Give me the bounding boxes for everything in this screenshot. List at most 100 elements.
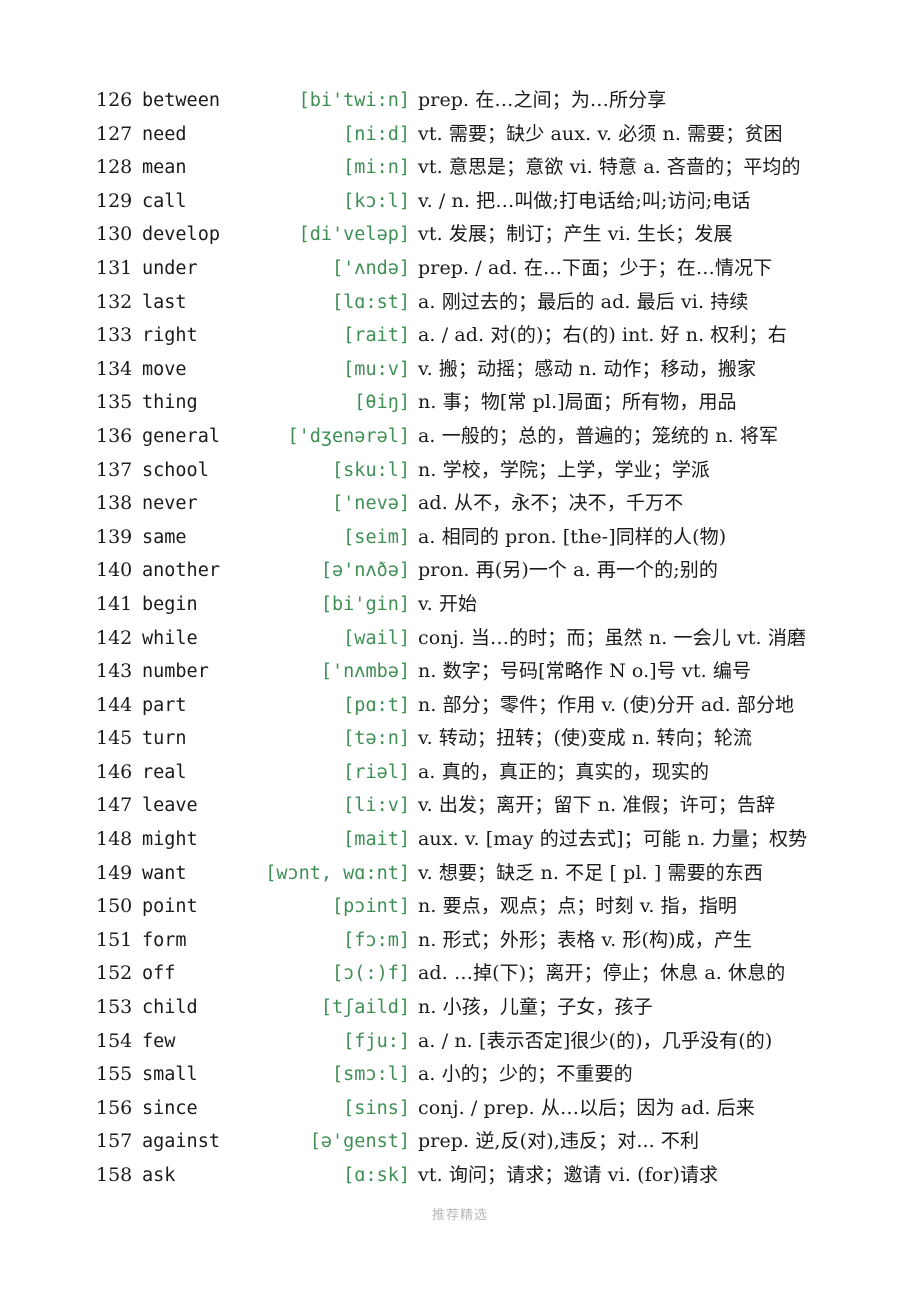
- definition: aux. v. [may 的过去式]；可能 n. 力量；权势: [418, 828, 808, 851]
- entry-index: 152: [96, 962, 133, 985]
- entry-index: 130: [96, 223, 133, 246]
- vocabulary-entry: 143 number ['nʌmbə] n. 数字；号码[常略作 N o.]号 vt.…: [96, 655, 880, 689]
- entry-index: 136: [96, 424, 133, 447]
- definition: ad. 从不，永不；决不，千万不: [418, 492, 684, 515]
- vocabulary-entry: 128 mean [mi:n] vt. 意思是；意欲 vi. 特意 a. 吝啬的；平均…: [96, 151, 880, 185]
- phonetic-transcription: [wail]: [343, 627, 410, 649]
- phonetic-transcription: [ni:d]: [343, 123, 410, 145]
- entry-index: 157: [96, 1130, 133, 1153]
- definition: a. 一般的；总的，普遍的；笼统的 n. 将军: [418, 424, 779, 447]
- headword: between: [142, 90, 220, 111]
- definition: conj. / prep. 从…以后；因为 ad. 后来: [418, 1096, 755, 1119]
- vocabulary-entry: 126 between [bi'twi:n] prep. 在…之间；为…所分享: [96, 84, 880, 118]
- definition: a. 刚过去的；最后的 ad. 最后 vi. 持续: [418, 290, 749, 313]
- vocabulary-entry: 141 begin [bi'gin] v. 开始: [96, 588, 880, 622]
- phonetic-transcription: [bi'gin]: [320, 593, 410, 615]
- headword: school: [142, 459, 209, 481]
- vocabulary-entry: 148 might [mait] aux. v. [may 的过去式]；可能 n. 力…: [96, 823, 880, 857]
- entry-index: 133: [96, 324, 133, 347]
- headword: want: [142, 862, 187, 884]
- definition: n. 形式；外形；表格 v. 形(构)成，产生: [418, 928, 753, 951]
- definition: vt. 询问；请求；邀请 vi. (for)请求: [418, 1164, 719, 1186]
- definition: v. / n. 把…叫做;打电话给;叫;访问;电话: [418, 189, 751, 212]
- headword: number: [142, 661, 209, 683]
- headword: against: [142, 1131, 220, 1153]
- phonetic-transcription: [li:v]: [343, 795, 410, 817]
- phonetic-transcription: [ɑ:sk]: [343, 1165, 410, 1186]
- phonetic-transcription: ['nʌmbə]: [320, 661, 410, 683]
- vocabulary-entry: 142 while [wail] conj. 当…的时；而；虽然 n. 一会儿 vt.…: [96, 622, 880, 656]
- entry-index: 127: [96, 122, 133, 145]
- headword: part: [142, 694, 187, 716]
- entry-index: 132: [96, 290, 133, 313]
- headword: form: [142, 929, 187, 951]
- phonetic-transcription: [sins]: [343, 1097, 410, 1119]
- vocabulary-entry: 139 same [seim] a. 相同的 pron. [the-]同样的人(物): [96, 521, 880, 555]
- entry-index: 142: [96, 626, 133, 649]
- entry-index: 144: [96, 693, 133, 716]
- phonetic-transcription: [riəl]: [343, 761, 410, 783]
- definition: n. 数字；号码[常略作 N o.]号 vt. 编号: [418, 660, 752, 683]
- entry-index: 131: [96, 256, 133, 279]
- phonetic-transcription: [ə'genst]: [309, 1131, 410, 1153]
- phonetic-transcription: [sku:l]: [332, 459, 410, 481]
- vocabulary-entry: 138 never ['nevə] ad. 从不，永不；决不，千万不: [96, 487, 880, 521]
- definition: pron. 再(另)一个 a. 再一个的;别的: [418, 559, 718, 582]
- headword: move: [142, 358, 187, 380]
- definition: prep. 在…之间；为…所分享: [418, 89, 667, 111]
- headword: few: [142, 1030, 176, 1052]
- headword: need: [142, 123, 187, 145]
- entry-index: 153: [96, 996, 133, 1019]
- vocabulary-entry: 130 develop [di'veləp] vt. 发展；制订；产生 vi. 生长；…: [96, 218, 880, 252]
- definition: n. 要点，观点；点；时刻 v. 指，指明: [418, 895, 738, 918]
- headword: develop: [142, 224, 220, 246]
- definition: a. 真的，真正的；真实的，现实的: [418, 760, 710, 783]
- entry-index: 138: [96, 492, 133, 515]
- definition: n. 事；物[常 pl.]局面；所有物，用品: [418, 391, 737, 414]
- vocabulary-entry: 136 general ['dʒenərəl] a. 一般的；总的，普遍的；笼统的 n…: [96, 420, 880, 454]
- phonetic-transcription: [rait]: [343, 325, 410, 347]
- vocabulary-entry: 149 want [wɔnt, wɑ:nt] v. 想要；缺乏 n. 不足 [ pl.…: [96, 857, 880, 891]
- definition: v. 搬；动摇；感动 n. 动作；移动，搬家: [418, 357, 757, 380]
- vocabulary-entry: 153 child [tʃaild] n. 小孩，儿童；子女，孩子: [96, 991, 880, 1025]
- phonetic-transcription: [lɑ:st]: [332, 291, 410, 313]
- phonetic-transcription: [mu:v]: [343, 358, 410, 380]
- headword: call: [142, 190, 187, 212]
- entry-index: 146: [96, 760, 133, 783]
- phonetic-transcription: [mi:n]: [343, 157, 410, 179]
- headword: point: [142, 896, 198, 918]
- definition: a. / n. [表示否定]很少(的)，几乎没有(的): [418, 1029, 773, 1052]
- vocabulary-entry: 144 part [pɑ:t] n. 部分；零件；作用 v. (使)分开 ad. 部分…: [96, 689, 880, 723]
- headword: same: [142, 526, 187, 548]
- definition: v. 出发；离开；留下 n. 准假；许可；告辞: [418, 794, 776, 817]
- vocabulary-entry: 156 since [sins] conj. / prep. 从…以后；因为 ad. …: [96, 1092, 880, 1126]
- phonetic-transcription: ['dʒenərəl]: [287, 425, 410, 447]
- headword: under: [142, 257, 198, 279]
- phonetic-transcription: [tə:n]: [343, 728, 410, 750]
- entry-index: 147: [96, 794, 133, 817]
- phonetic-transcription: [kɔ:l]: [343, 190, 410, 212]
- entry-index: 145: [96, 727, 133, 750]
- phonetic-transcription: [pɔint]: [332, 896, 410, 918]
- vocabulary-entry: 131 under ['ʌndə] prep. / ad. 在…下面；少于；在…情况下: [96, 252, 880, 286]
- entry-index: 151: [96, 928, 133, 951]
- definition: v. 想要；缺乏 n. 不足 [ pl. ] 需要的东西: [418, 861, 763, 884]
- headword: since: [142, 1097, 198, 1119]
- vocabulary-list: 126 between [bi'twi:n] prep. 在…之间；为…所分享 127 n…: [96, 84, 880, 1193]
- definition: a. 小的；少的；不重要的: [418, 1063, 633, 1086]
- phonetic-transcription: [mait]: [343, 829, 410, 851]
- entry-index: 155: [96, 1063, 133, 1086]
- headword: begin: [142, 593, 198, 615]
- headword: general: [142, 425, 220, 447]
- entry-index: 149: [96, 861, 133, 884]
- phonetic-transcription: [wɔnt, wɑ:nt]: [265, 862, 410, 884]
- headword: real: [142, 761, 187, 783]
- vocabulary-entry: 137 school [sku:l] n. 学校，学院；上学，学业；学派: [96, 454, 880, 488]
- headword: off: [142, 963, 176, 985]
- entry-index: 143: [96, 660, 133, 683]
- vocabulary-entry: 147 leave [li:v] v. 出发；离开；留下 n. 准假；许可；告辞: [96, 789, 880, 823]
- vocabulary-entry: 127 need [ni:d] vt. 需要；缺少 aux. v. 必须 n. 需要；…: [96, 118, 880, 152]
- headword: mean: [142, 157, 187, 179]
- definition: a. 相同的 pron. [the-]同样的人(物): [418, 525, 727, 548]
- entry-index: 139: [96, 525, 133, 548]
